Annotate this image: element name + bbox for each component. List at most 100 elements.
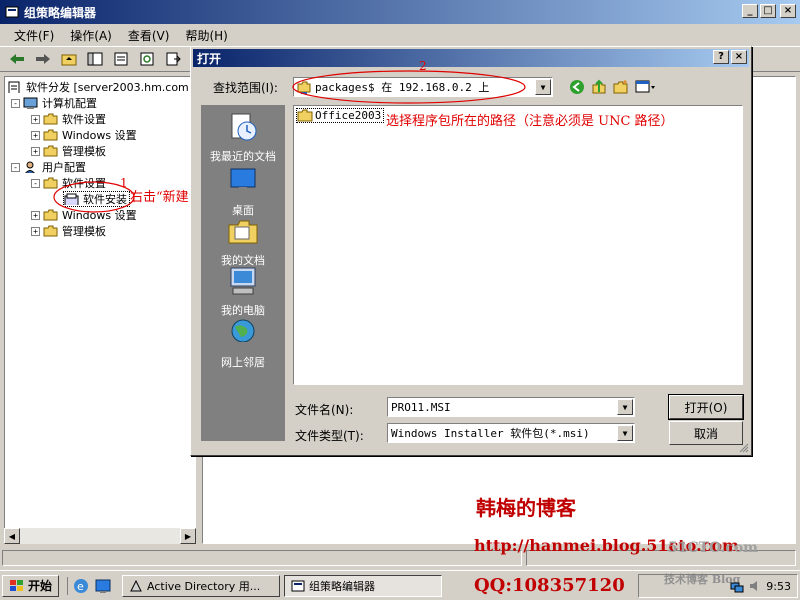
show-tree-icon[interactable] [84, 49, 106, 69]
menu-help[interactable]: 帮助(H) [177, 27, 235, 44]
expand-icon[interactable]: + [31, 146, 40, 156]
back-icon[interactable] [569, 79, 585, 95]
watermark-qq: QQ:108357120 [474, 575, 625, 596]
place-my-documents[interactable]: 我的文档 [201, 215, 285, 268]
properties-icon[interactable] [110, 49, 132, 69]
folder-icon [43, 145, 58, 157]
up-one-level-icon[interactable] [591, 79, 607, 95]
minimize-button[interactable]: _ [742, 4, 758, 18]
scroll-left-icon[interactable]: ◀ [4, 528, 20, 544]
active-directory-icon [130, 579, 142, 591]
file-item-office2003[interactable]: Office2003 [296, 108, 385, 123]
places-bar: 我最近的文档 桌面 我的文档 我的电脑 网上邻居 [201, 105, 285, 441]
dialog-titlebar: 打开 ? × [193, 49, 749, 67]
annotation-circle-2 [292, 70, 526, 104]
maximize-button[interactable]: □ [760, 4, 776, 18]
folder-icon [43, 225, 58, 237]
menu-action[interactable]: 操作(A) [62, 27, 120, 44]
close-button[interactable]: × [780, 4, 796, 18]
window-titlebar: 组策略编辑器 _ □ × [0, 0, 800, 24]
collapse-icon[interactable]: - [31, 178, 40, 188]
folder-icon [297, 109, 313, 122]
cancel-button[interactable]: 取消 [669, 421, 743, 445]
dialog-title: 打开 [197, 51, 222, 66]
task-active-directory[interactable]: Active Directory 用... [122, 574, 281, 597]
expand-icon[interactable]: + [31, 226, 40, 236]
filename-dropdown-icon[interactable]: ▼ [617, 399, 633, 415]
folder-icon [43, 113, 58, 125]
filetype-dropdown-icon[interactable]: ▼ [617, 425, 633, 441]
group-policy-task-icon [291, 580, 305, 591]
refresh-icon[interactable] [136, 49, 158, 69]
menu-bar: 文件(F) 操作(A) 查看(V) 帮助(H) [0, 24, 800, 46]
expand-icon[interactable]: + [31, 130, 40, 140]
tree-hscrollbar[interactable]: ◀ ▶ [4, 528, 196, 544]
collapse-icon[interactable]: - [11, 162, 20, 172]
volume-tray-icon[interactable] [748, 579, 762, 593]
tree-item-user-config[interactable]: - 用户配置 [11, 159, 86, 175]
open-button[interactable]: 打开(O) [668, 394, 744, 420]
expand-icon[interactable]: + [31, 210, 40, 220]
place-desktop[interactable]: 桌面 [201, 165, 285, 218]
annotation-number-1: 1 [120, 176, 128, 190]
window-title: 组策略编辑器 [24, 5, 97, 20]
svg-text:e: e [77, 580, 84, 593]
network-tray-icon[interactable] [730, 579, 744, 593]
forward-arrow-icon[interactable] [32, 49, 54, 69]
annotation-note-2: 选择程序包所在的路径（注意必须是 UNC 路径） [386, 114, 674, 129]
windows-logo-icon [10, 579, 23, 591]
network-places-icon [231, 319, 255, 346]
watermark-blog: 韩梅的博客 [476, 496, 576, 520]
lookin-label: 查找范围(I): [213, 81, 278, 95]
watermark-site: 51CTO.com [668, 540, 758, 556]
internet-explorer-icon[interactable]: e [72, 577, 90, 595]
policy-scroll-icon [8, 81, 20, 93]
my-computer-icon [230, 267, 256, 295]
new-folder-icon[interactable] [613, 79, 629, 95]
recent-documents-icon [231, 113, 257, 141]
lookin-dropdown-icon[interactable]: ▼ [535, 79, 551, 95]
place-network[interactable]: 网上邻居 [201, 317, 285, 370]
file-list: Office2003 选择程序包所在的路径（注意必须是 UNC 路径） [293, 105, 743, 385]
tree-item-user-admin-templates[interactable]: + 管理模板 [31, 223, 106, 239]
help-button[interactable]: ? [713, 50, 729, 64]
collapse-icon[interactable]: - [11, 98, 20, 108]
up-folder-icon[interactable] [58, 49, 80, 69]
taskbar: 开始 e Active Directory 用... 组策略编辑器 QQ:108… [0, 570, 800, 600]
clock[interactable]: 9:53 [766, 580, 791, 593]
tree-item-software-settings[interactable]: + 软件设置 [31, 111, 106, 127]
tree-root[interactable]: 软件分发 [server2003.hm.com [7, 79, 189, 95]
filename-label: 文件名(N): [295, 403, 354, 417]
annotation-number-2: 2 [419, 59, 427, 73]
place-my-computer[interactable]: 我的电脑 [201, 265, 285, 318]
filetype-label: 文件类型(T): [295, 429, 364, 443]
computer-icon [23, 97, 38, 109]
dialog-close-button[interactable]: × [731, 50, 747, 64]
filetype-select[interactable]: Windows Installer 软件包(*.msi) ▼ [387, 423, 635, 443]
back-arrow-icon[interactable] [6, 49, 28, 69]
expand-icon[interactable]: + [31, 114, 40, 124]
resize-grip-icon[interactable] [737, 441, 749, 453]
start-button[interactable]: 开始 [2, 574, 60, 597]
place-recent[interactable]: 我最近的文档 [201, 111, 285, 164]
folder-icon [43, 129, 58, 141]
view-menu-icon[interactable] [635, 79, 657, 95]
menu-file[interactable]: 文件(F) [6, 27, 62, 44]
scroll-right-icon[interactable]: ▶ [180, 528, 196, 544]
tree-root-label: 软件分发 [server2003.hm.com [26, 81, 189, 94]
my-documents-icon [228, 220, 258, 244]
tree-item-computer-config[interactable]: - 计算机配置 [11, 95, 97, 111]
show-desktop-icon[interactable] [94, 577, 112, 595]
system-tray: 9:53 [638, 574, 798, 598]
desktop-icon [230, 168, 256, 193]
tree-item-windows-settings[interactable]: + Windows 设置 [31, 127, 137, 143]
task-group-policy[interactable]: 组策略编辑器 [284, 574, 443, 597]
tree-item-admin-templates[interactable]: + 管理模板 [31, 143, 106, 159]
user-icon [25, 161, 35, 173]
group-policy-icon [4, 4, 20, 20]
menu-view[interactable]: 查看(V) [120, 27, 178, 44]
open-dialog: 打开 ? × 查找范围(I): packages$ 在 192.168.0.2 … [190, 46, 752, 456]
status-cell-main [2, 550, 522, 566]
filename-input[interactable]: PRO11.MSI ▼ [387, 397, 635, 417]
export-list-icon[interactable] [162, 49, 184, 69]
